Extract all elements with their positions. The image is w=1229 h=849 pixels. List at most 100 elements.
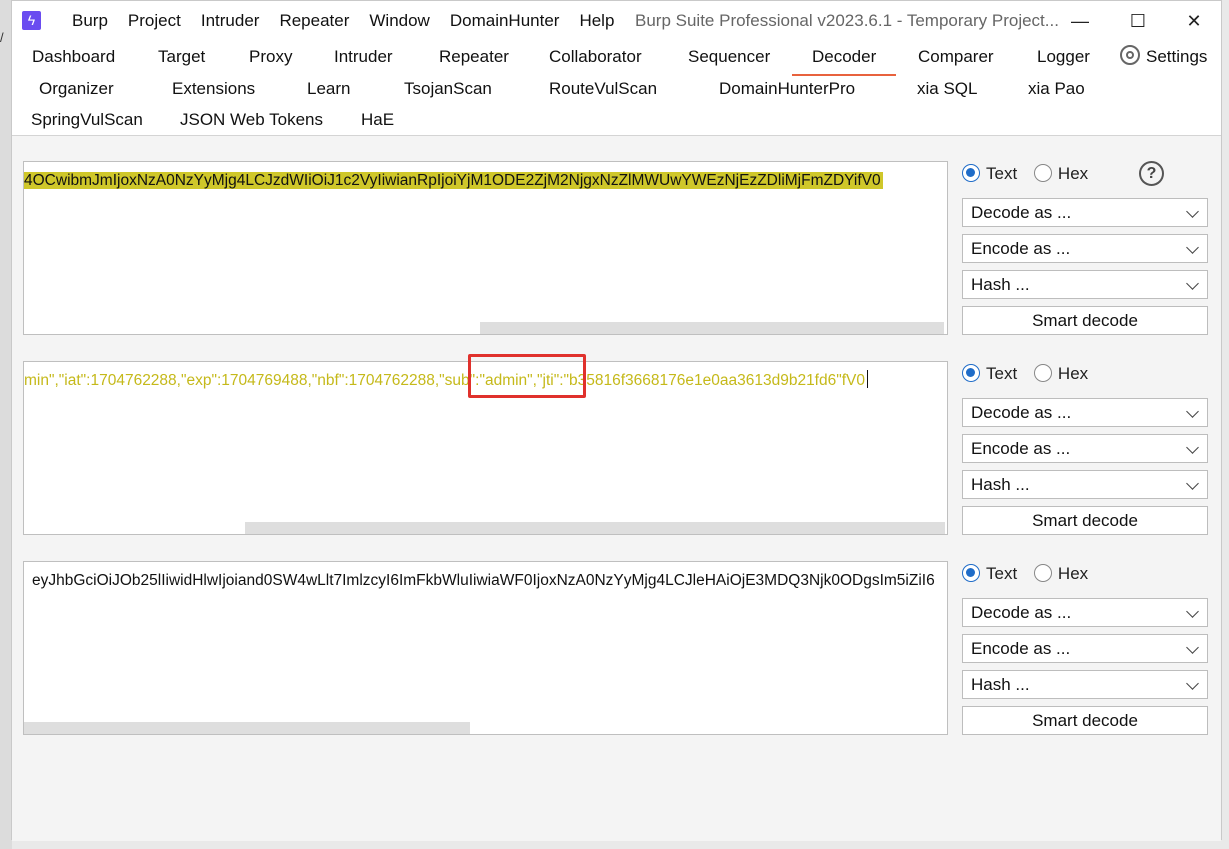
tab-decoder[interactable]: Decoder — [791, 46, 897, 76]
help-icon[interactable]: ? — [1139, 161, 1164, 186]
encode-as-label: Encode as ... — [971, 439, 1071, 458]
tab-hae[interactable]: HaE — [361, 109, 394, 131]
radio-hex-label: Hex — [1057, 164, 1089, 183]
tab-logger[interactable]: Logger — [1037, 46, 1090, 68]
menu-domainhunter[interactable]: DomainHunter — [440, 1, 570, 39]
window-title: Burp Suite Professional v2023.6.1 - Temp… — [635, 11, 1059, 30]
panel-1-hash[interactable]: Hash ... — [962, 270, 1208, 299]
radio-checked-icon — [962, 564, 980, 582]
decode-as-label: Decode as ... — [971, 403, 1072, 422]
tab-proxy[interactable]: Proxy — [249, 46, 292, 68]
tab-collaborator[interactable]: Collaborator — [549, 46, 642, 68]
tab-organizer[interactable]: Organizer — [39, 78, 114, 100]
chevron-down-icon — [1186, 477, 1199, 490]
panel-1-radio-hex[interactable]: Hex — [1033, 164, 1089, 183]
editor-2-text-after: "jti":"b35816f3668176e1e0aa3613d9b21fd6"… — [537, 372, 865, 389]
minimize-button[interactable]: — — [1052, 1, 1108, 39]
tab-learn[interactable]: Learn — [307, 78, 350, 100]
tab-springvulscan[interactable]: SpringVulScan — [31, 109, 143, 131]
editor-2-text-before: min","iat":1704762288,"exp":1704769488,"… — [24, 372, 440, 389]
text-cursor — [867, 370, 868, 388]
menu-repeater[interactable]: Repeater — [269, 1, 359, 39]
gear-icon — [1120, 45, 1140, 65]
chevron-down-icon — [1186, 441, 1199, 454]
tab-sequencer[interactable]: Sequencer — [688, 46, 770, 68]
encode-as-label: Encode as ... — [971, 639, 1071, 658]
radio-text-label: Text — [986, 564, 1018, 583]
tab-tsojanscan[interactable]: TsojanScan — [404, 78, 492, 100]
chevron-down-icon — [1186, 277, 1199, 290]
radio-unchecked-icon — [1033, 364, 1052, 382]
menu-help[interactable]: Help — [569, 1, 624, 39]
panel-1-encode-as[interactable]: Encode as ... — [962, 234, 1208, 263]
maximize-button[interactable]: ☐ — [1110, 1, 1166, 39]
panel-2-mode: Text Hex — [962, 361, 1088, 387]
editor-1-text: 4OCwibmJmIjoxNzA0NzYyMjg4LCJzdWIiOiJ1c2V… — [24, 169, 883, 193]
chevron-down-icon — [1186, 241, 1199, 254]
tab-json-web-tokens[interactable]: JSON Web Tokens — [180, 109, 323, 131]
chevron-down-icon — [1186, 641, 1199, 654]
panel-3-decode-as[interactable]: Decode as ... — [962, 598, 1208, 627]
tab-routevulscan[interactable]: RouteVulScan — [549, 78, 657, 100]
editor-2-text: min","iat":1704762288,"exp":1704769488,"… — [24, 369, 868, 393]
panel-1-decode-as[interactable]: Decode as ... — [962, 198, 1208, 227]
panel-2-smart-decode-button[interactable]: Smart decode — [962, 506, 1208, 535]
tab-settings[interactable]: Settings — [1120, 45, 1207, 68]
panel-3-smart-decode-button[interactable]: Smart decode — [962, 706, 1208, 735]
menu-window[interactable]: Window — [359, 1, 439, 39]
chevron-down-icon — [1186, 605, 1199, 618]
panel-1-radio-text[interactable]: Text — [962, 164, 1017, 183]
panel-2-encode-as[interactable]: Encode as ... — [962, 434, 1208, 463]
editor-2-hscrollbar[interactable] — [245, 522, 945, 534]
tab-target[interactable]: Target — [158, 46, 205, 68]
hash-label: Hash ... — [971, 675, 1030, 694]
encode-as-label: Encode as ... — [971, 239, 1071, 258]
editor-3-hscrollbar[interactable] — [24, 722, 470, 734]
chevron-down-icon — [1186, 205, 1199, 218]
radio-unchecked-icon — [1033, 564, 1052, 582]
panel-3-radio-text[interactable]: Text — [962, 564, 1017, 583]
menu-project[interactable]: Project — [118, 1, 191, 39]
radio-unchecked-icon — [1033, 164, 1052, 182]
radio-hex-label: Hex — [1057, 364, 1089, 383]
decoder-editor-1[interactable]: 4OCwibmJmIjoxNzA0NzYyMjg4LCJzdWIiOiJ1c2V… — [23, 161, 948, 335]
tab-intruder[interactable]: Intruder — [334, 46, 393, 68]
close-button[interactable]: ✕ — [1166, 1, 1222, 39]
radio-checked-icon — [962, 364, 980, 382]
panel-2-hash[interactable]: Hash ... — [962, 470, 1208, 499]
radio-hex-label: Hex — [1057, 564, 1089, 583]
panel-2-radio-hex[interactable]: Hex — [1033, 364, 1089, 383]
editor-1-hscrollbar[interactable] — [480, 322, 944, 334]
tab-xia-pao[interactable]: xia Pao — [1028, 78, 1085, 100]
burp-app-icon: ϟ — [22, 11, 41, 30]
panel-1-smart-decode-button[interactable]: Smart decode — [962, 306, 1208, 335]
tab-dashboard[interactable]: Dashboard — [32, 46, 115, 68]
tab-domainhunterpro[interactable]: DomainHunterPro — [719, 78, 855, 100]
panel-2-decode-as[interactable]: Decode as ... — [962, 398, 1208, 427]
radio-checked-icon — [962, 164, 980, 182]
tab-extensions[interactable]: Extensions — [172, 78, 255, 100]
radio-text-label: Text — [986, 164, 1018, 183]
tab-comparer[interactable]: Comparer — [918, 46, 994, 68]
panel-3-radio-hex[interactable]: Hex — [1033, 564, 1089, 583]
panel-3-encode-as[interactable]: Encode as ... — [962, 634, 1208, 663]
tab-settings-label: Settings — [1146, 47, 1208, 66]
hash-label: Hash ... — [971, 275, 1030, 294]
decoder-editor-3[interactable]: eyJhbGciOiJOb25lIiwidHlwIjoiand0SW4wLlt7… — [23, 561, 948, 735]
title-bar: ϟ Burp Project Intruder Repeater Window … — [12, 1, 1221, 39]
chevron-down-icon — [1186, 405, 1199, 418]
editor-1-selected-text: 4OCwibmJmIjoxNzA0NzYyMjg4LCJzdWIiOiJ1c2V… — [24, 172, 883, 189]
panel-2-radio-text[interactable]: Text — [962, 364, 1017, 383]
editor-3-content: eyJhbGciOiJOb25lIiwidHlwIjoiand0SW4wLlt7… — [32, 572, 935, 589]
tab-repeater[interactable]: Repeater — [439, 46, 509, 68]
menu-bar: Burp Project Intruder Repeater Window Do… — [62, 1, 624, 39]
tab-xia-sql[interactable]: xia SQL — [917, 78, 977, 100]
burp-window: ϟ Burp Project Intruder Repeater Window … — [11, 0, 1222, 841]
background-glyph: / — [0, 30, 4, 45]
decoder-content: 4OCwibmJmIjoxNzA0NzYyMjg4LCJzdWIiOiJ1c2V… — [12, 136, 1221, 841]
menu-intruder[interactable]: Intruder — [191, 1, 270, 39]
menu-burp[interactable]: Burp — [62, 1, 118, 39]
panel-1-mode: Text Hex — [962, 161, 1088, 187]
panel-3-hash[interactable]: Hash ... — [962, 670, 1208, 699]
decode-as-label: Decode as ... — [971, 203, 1072, 222]
